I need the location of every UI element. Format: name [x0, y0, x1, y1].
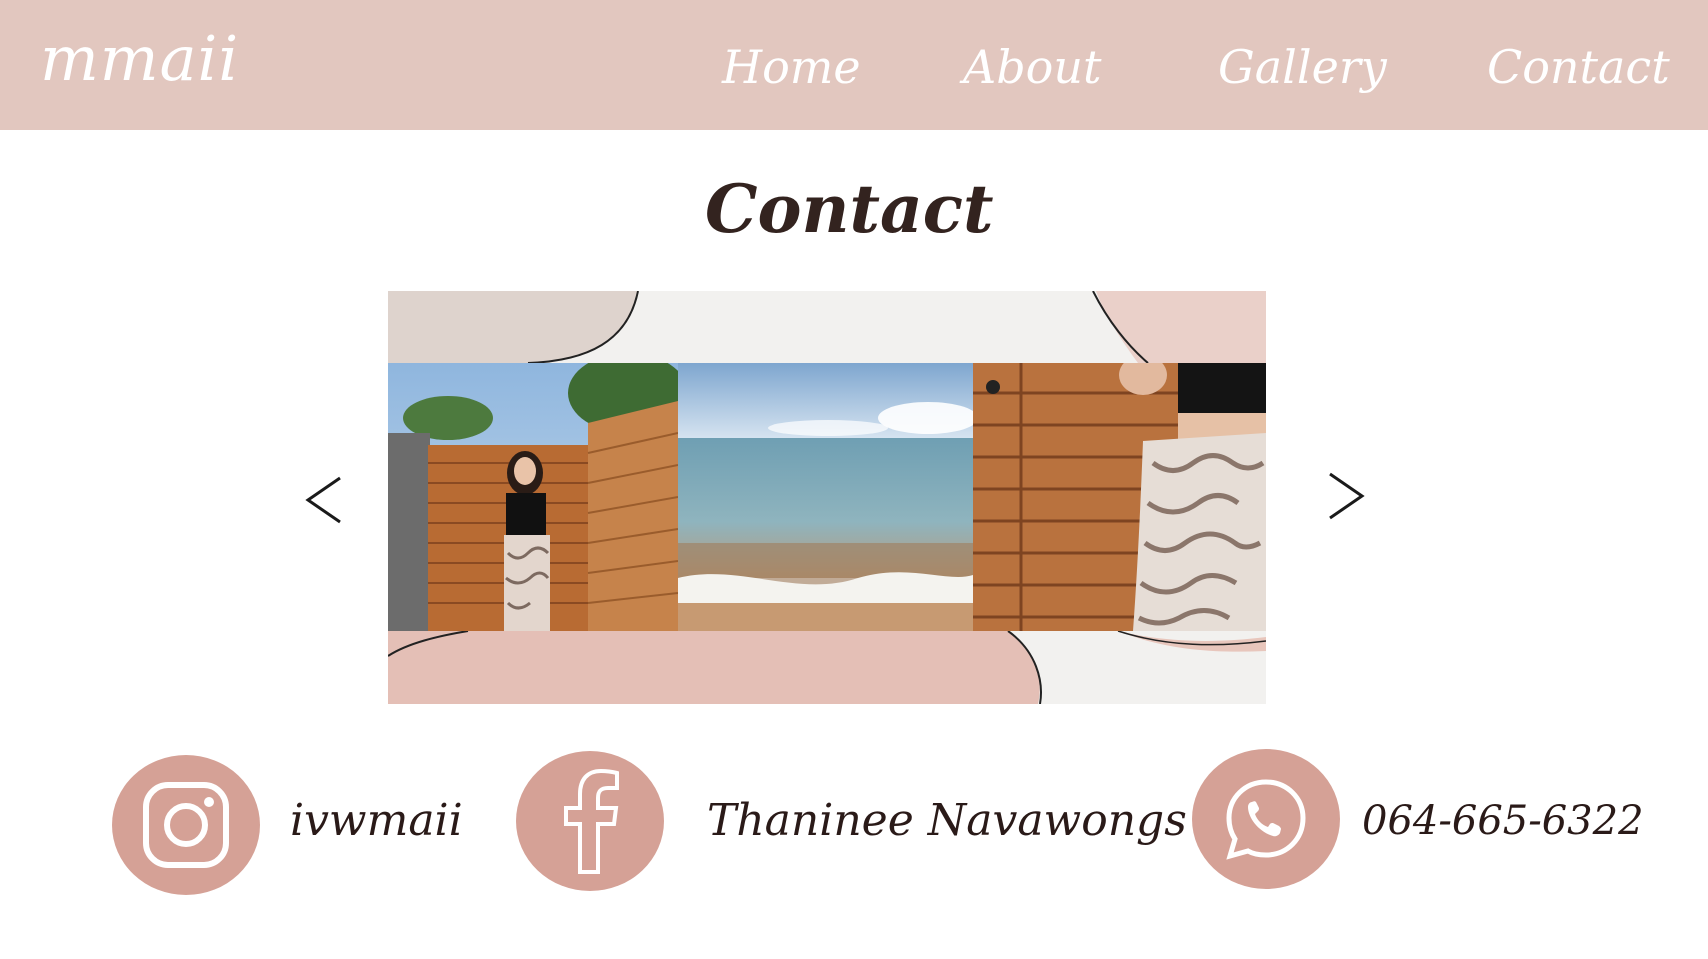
nav-about-link[interactable]: About	[963, 40, 1101, 94]
facebook-name[interactable]: Thaninee Navawongs	[707, 795, 1187, 846]
nav-home-link[interactable]: Home	[722, 40, 861, 94]
facebook-icon	[564, 768, 619, 874]
nav-gallery-link[interactable]: Gallery	[1218, 40, 1387, 94]
carousel-photo-1	[388, 363, 678, 631]
carousel-next-button[interactable]	[1320, 466, 1370, 526]
nav-contact-link[interactable]: Contact	[1487, 40, 1670, 94]
instagram-handle[interactable]: ivwmaii	[290, 795, 463, 846]
site-header: mmaii Home About Gallery Contact	[0, 0, 1708, 130]
site-logo[interactable]: mmaii	[40, 22, 239, 95]
photo-carousel[interactable]	[388, 291, 1266, 704]
instagram-icon	[143, 782, 229, 868]
carousel-photo-2	[678, 363, 973, 631]
chevron-left-icon	[305, 476, 341, 524]
carousel-photo-3	[973, 363, 1266, 631]
facebook-button[interactable]	[516, 751, 664, 891]
page-title: Contact	[705, 170, 994, 248]
chevron-right-icon	[1329, 472, 1365, 520]
whatsapp-button[interactable]	[1192, 749, 1340, 889]
whatsapp-phone[interactable]: 064-665-6322	[1362, 798, 1644, 844]
carousel-prev-button[interactable]	[300, 470, 350, 530]
whatsapp-icon	[1226, 779, 1306, 860]
instagram-button[interactable]	[112, 755, 260, 895]
